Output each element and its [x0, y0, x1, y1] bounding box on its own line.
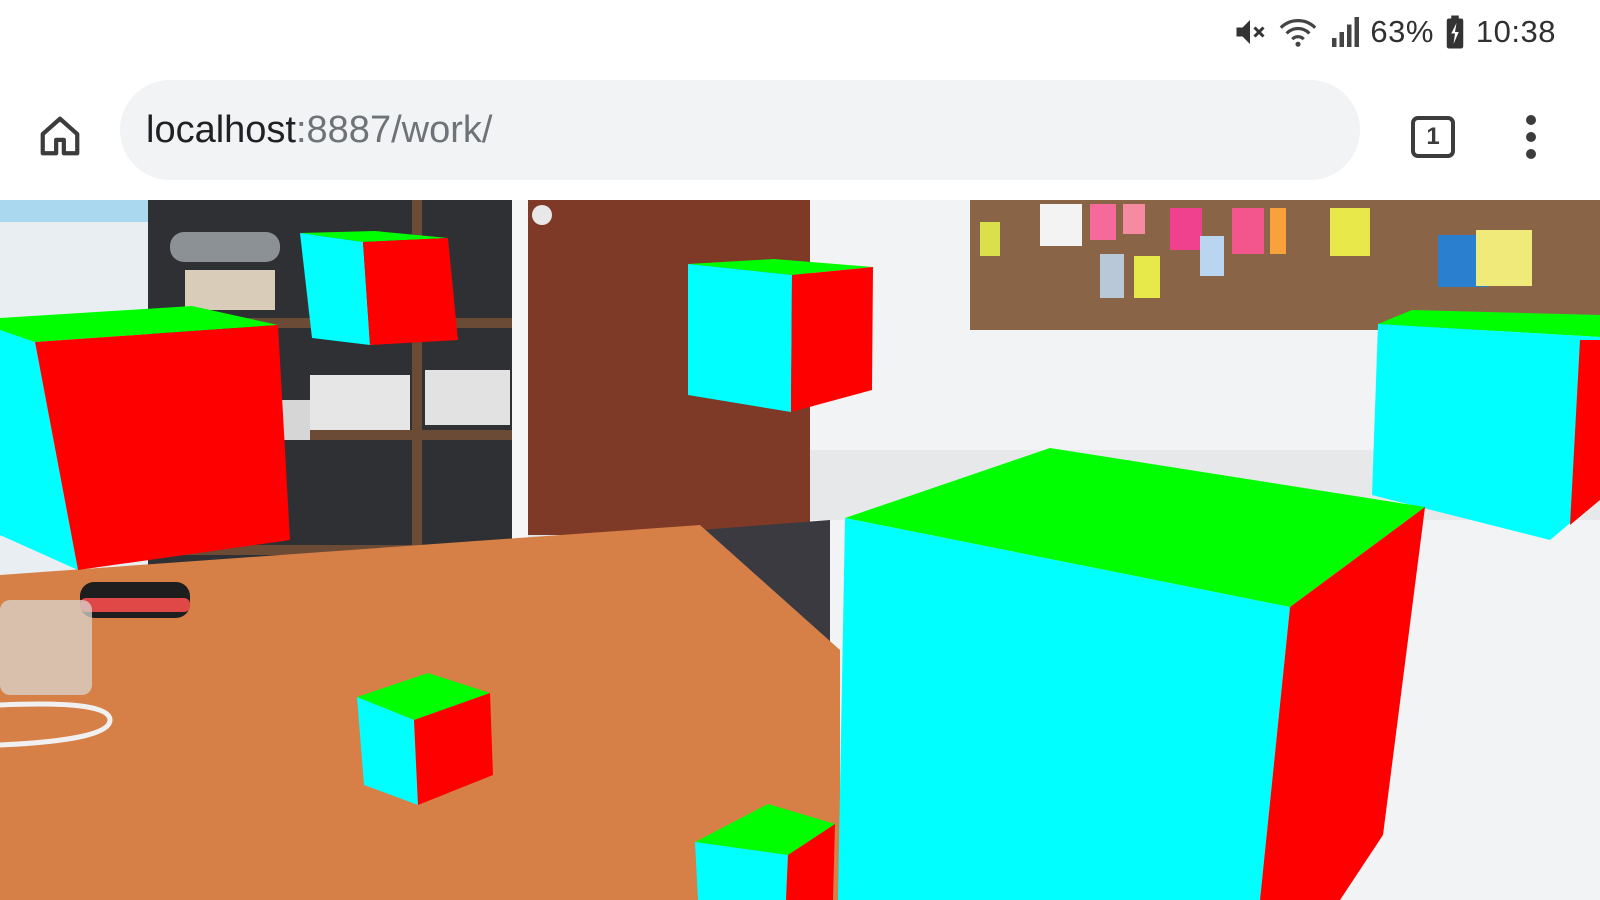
- window-sky: [0, 200, 150, 222]
- home-button[interactable]: [30, 108, 90, 168]
- address-bar[interactable]: localhost:8887/work/: [120, 80, 1360, 180]
- sticky-note: [1040, 204, 1082, 246]
- phone-case-edge: [80, 598, 190, 612]
- door-frame: [512, 200, 528, 540]
- status-icons: 63% 10:38: [1232, 12, 1556, 52]
- clock: 10:38: [1475, 14, 1556, 49]
- more-vert-icon[interactable]: [1500, 106, 1562, 168]
- door-knob: [532, 205, 552, 225]
- ar-viewport[interactable]: [0, 200, 1600, 900]
- sticky-note: [1270, 208, 1286, 254]
- sticky-note: [1476, 230, 1532, 286]
- wifi-icon: [1278, 14, 1318, 50]
- sticky-note: [1330, 208, 1370, 256]
- cube-front-face: [688, 264, 792, 412]
- browser-toolbar: localhost:8887/work/ 1: [0, 68, 1600, 200]
- sticky-note: [1090, 204, 1116, 240]
- tab-switcher-icon: 1: [1411, 116, 1455, 158]
- cube-side-face: [35, 325, 290, 570]
- url-path: :8887/work/: [295, 108, 493, 151]
- glass-cup: [0, 600, 92, 695]
- sticky-note: [1232, 208, 1264, 254]
- cube-side-face: [791, 267, 873, 412]
- cube-side-face: [363, 238, 458, 345]
- status-bar: 63% 10:38: [0, 0, 1600, 68]
- paper-stack-2: [425, 370, 510, 425]
- home-icon: [37, 113, 83, 164]
- plates: [185, 270, 275, 310]
- battery-percentage: 63%: [1370, 14, 1434, 49]
- ar-scene: [0, 200, 1600, 900]
- signal-icon: [1328, 14, 1360, 50]
- paper-stack-1: [310, 375, 410, 430]
- sticky-note: [1200, 236, 1224, 276]
- mute-vibrate-icon: [1232, 14, 1268, 50]
- battery-charging-icon: [1444, 14, 1466, 50]
- sticky-note: [1134, 256, 1160, 298]
- sticky-note: [1100, 254, 1124, 298]
- sticky-note: [1170, 208, 1202, 250]
- sticky-note: [1123, 204, 1145, 234]
- sticky-note: [980, 222, 1000, 256]
- url-host: localhost: [146, 108, 296, 151]
- bowl: [170, 232, 280, 262]
- tab-switcher-button[interactable]: 1: [1402, 106, 1464, 168]
- tab-count: 1: [1426, 123, 1440, 150]
